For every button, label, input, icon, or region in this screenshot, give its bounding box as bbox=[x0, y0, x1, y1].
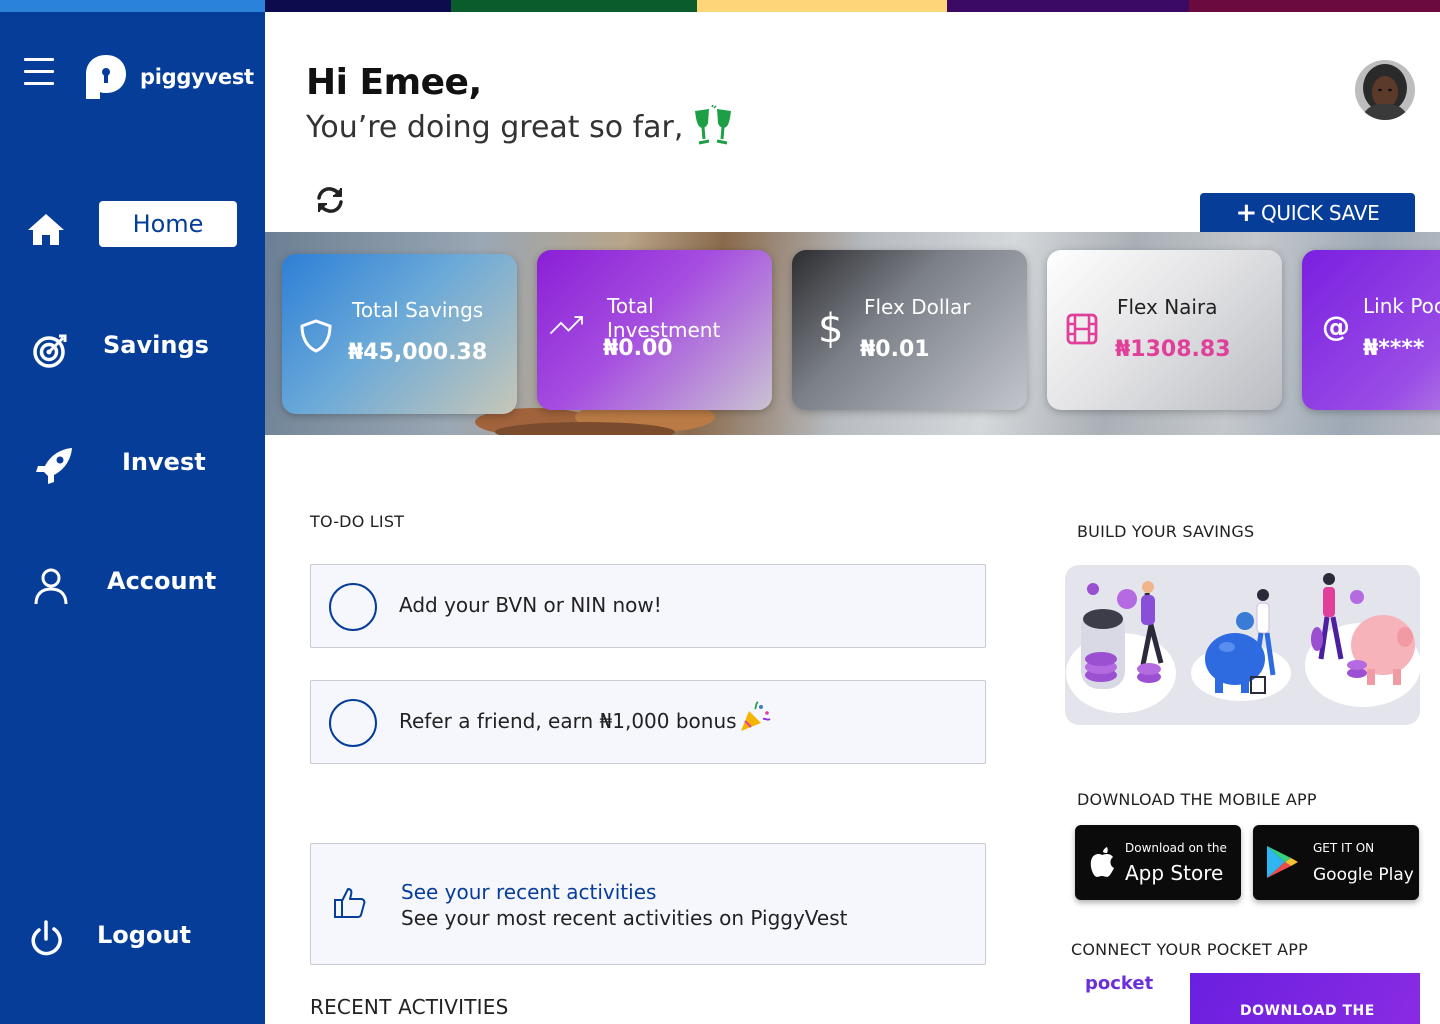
avatar-photo-icon bbox=[1355, 60, 1415, 120]
google-play-big: Google Play bbox=[1313, 865, 1414, 885]
recent-activities-title: RECENT ACTIVITIES bbox=[310, 995, 509, 1019]
recent-activities-card[interactable]: See your recent activities See your most… bbox=[310, 843, 986, 965]
google-play-icon bbox=[1267, 846, 1298, 878]
accounts-banner: Total Savings ₦45,000.38 Total Investmen… bbox=[265, 232, 1440, 435]
user-icon bbox=[34, 568, 68, 605]
sidebar: piggyvest Home Savings Invest Account Lo… bbox=[0, 12, 265, 1024]
pocket-banner[interactable]: pocket DOWNLOAD THE bbox=[1070, 973, 1420, 1024]
quick-save-button[interactable]: + QUICK SAVE bbox=[1200, 193, 1415, 233]
refresh-icon[interactable] bbox=[314, 184, 346, 216]
google-play-small: GET IT ON bbox=[1313, 841, 1375, 855]
dashboard: piggyvest Home Savings Invest Account Lo… bbox=[0, 0, 1440, 1024]
shield-icon bbox=[300, 319, 332, 353]
card-title: Total Savings bbox=[352, 298, 484, 322]
card-value: ₦0.01 bbox=[860, 337, 930, 362]
at-icon: @ bbox=[1322, 310, 1350, 343]
card-title: Flex Dollar bbox=[864, 295, 971, 319]
card-title: Total Investment bbox=[607, 294, 721, 342]
todo-item-refer[interactable]: Refer a friend, earn ₦1,000 bonus bbox=[310, 680, 986, 764]
pocket-logo: pocket bbox=[1085, 973, 1154, 994]
app-store-button[interactable]: Download on the App Store bbox=[1075, 825, 1241, 900]
logout-label: Logout bbox=[97, 921, 192, 949]
power-icon bbox=[31, 920, 62, 956]
todo-text-row: Refer a friend, earn ₦1,000 bonus bbox=[399, 701, 771, 733]
thumbs-up-icon bbox=[334, 888, 366, 918]
rocket-icon bbox=[36, 448, 72, 484]
sidebar-item-invest[interactable]: Invest bbox=[0, 434, 265, 494]
sidebar-item-label: Account bbox=[107, 567, 217, 595]
todo-text: Add your BVN or NIN now! bbox=[399, 593, 662, 617]
plus-icon: + bbox=[1235, 198, 1257, 228]
sidebar-item-label: Home bbox=[132, 210, 204, 238]
greeting: Hi Emee, You’re doing great so far, bbox=[306, 62, 735, 149]
card-flex-dollar[interactable]: $ Flex Dollar ₦0.01 bbox=[792, 250, 1027, 410]
logo[interactable]: piggyvest bbox=[82, 52, 254, 102]
dollar-icon: $ bbox=[818, 306, 844, 352]
card-value: ₦45,000.38 bbox=[348, 340, 488, 365]
avatar[interactable] bbox=[1355, 60, 1415, 120]
apple-icon bbox=[1090, 847, 1114, 877]
connect-pocket-title: CONNECT YOUR POCKET APP bbox=[1071, 940, 1308, 959]
quick-save-label: QUICK SAVE bbox=[1260, 201, 1380, 225]
todo-checkbox[interactable] bbox=[329, 699, 377, 747]
build-savings-illustration[interactable] bbox=[1065, 565, 1420, 725]
build-savings-title: BUILD YOUR SAVINGS bbox=[1077, 522, 1255, 541]
card-value: ₦1308.83 bbox=[1115, 337, 1231, 362]
savings-illustration-icon bbox=[1066, 573, 1420, 713]
film-icon bbox=[1066, 313, 1098, 345]
menu-icon[interactable] bbox=[24, 58, 54, 90]
card-value: ₦**** bbox=[1363, 336, 1425, 361]
trend-up-icon bbox=[549, 316, 583, 335]
piggyvest-logo-icon bbox=[86, 55, 126, 99]
card-link-pocket[interactable]: @ Link Poc ₦**** bbox=[1302, 250, 1440, 410]
download-app-title: DOWNLOAD THE MOBILE APP bbox=[1077, 790, 1317, 809]
card-title: Link Poc bbox=[1363, 294, 1440, 318]
todo-item-bvn[interactable]: Add your BVN or NIN now! bbox=[310, 564, 986, 648]
sidebar-item-account[interactable]: Account bbox=[0, 553, 265, 613]
app-store-small: Download on the bbox=[1125, 841, 1227, 855]
sidebar-item-label: Savings bbox=[103, 331, 209, 359]
brand-name: piggyvest bbox=[140, 65, 254, 89]
card-total-investment[interactable]: Total Investment ₦0.00 bbox=[537, 250, 772, 410]
activity-title[interactable]: See your recent activities bbox=[401, 880, 656, 904]
google-play-button[interactable]: GET IT ON Google Play bbox=[1253, 825, 1419, 900]
logout-button[interactable]: Logout bbox=[0, 907, 265, 967]
todo-title: TO-DO LIST bbox=[310, 512, 405, 531]
home-icon bbox=[28, 214, 64, 245]
pocket-banner-text: DOWNLOAD THE bbox=[1240, 1003, 1375, 1019]
sidebar-item-label: Invest bbox=[122, 448, 206, 476]
app-store-big: App Store bbox=[1125, 861, 1224, 885]
sidebar-item-home[interactable]: Home bbox=[0, 197, 265, 257]
greeting-subtitle-text: You’re doing great so far, bbox=[306, 109, 684, 145]
sidebar-item-savings[interactable]: Savings bbox=[0, 317, 265, 377]
pocket-banner-graphic: DOWNLOAD THE bbox=[1190, 973, 1420, 1024]
todo-checkbox[interactable] bbox=[329, 583, 377, 631]
todo-text: Refer a friend, earn ₦1,000 bonus bbox=[399, 709, 737, 733]
card-title: Flex Naira bbox=[1117, 295, 1218, 319]
card-total-savings[interactable]: Total Savings ₦45,000.38 bbox=[282, 254, 517, 414]
card-flex-naira[interactable]: Flex Naira ₦1308.83 bbox=[1047, 250, 1282, 410]
activity-subtitle: See your most recent activities on Piggy… bbox=[401, 906, 848, 930]
card-value: ₦0.00 bbox=[603, 336, 673, 361]
target-icon bbox=[33, 334, 67, 368]
cheers-icon bbox=[695, 105, 732, 145]
greeting-title: Hi Emee, bbox=[306, 62, 482, 103]
top-color-strip bbox=[0, 0, 1440, 12]
party-popper-icon bbox=[740, 701, 771, 731]
greeting-subtitle: You’re doing great so far, bbox=[306, 105, 735, 149]
